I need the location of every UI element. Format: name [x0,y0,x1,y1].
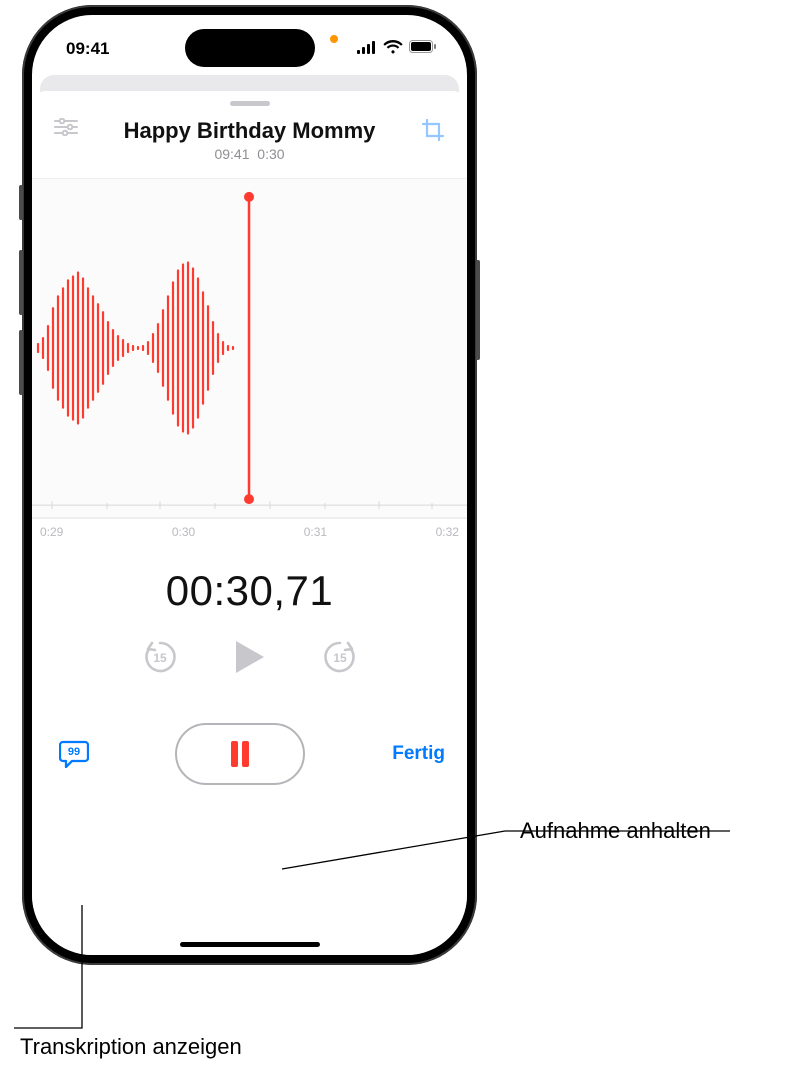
status-time: 09:41 [66,39,109,59]
battery-icon [409,39,437,59]
cellular-icon [357,39,377,59]
callout-lines [0,0,801,1077]
callout-pause-label: Aufnahme anhalten [520,818,711,844]
dynamic-island [185,29,315,67]
callout-transcript-label: Transkription anzeigen [20,1034,242,1060]
status-right [357,39,437,59]
recording-indicator-dot [330,35,338,43]
wifi-icon [383,39,403,59]
